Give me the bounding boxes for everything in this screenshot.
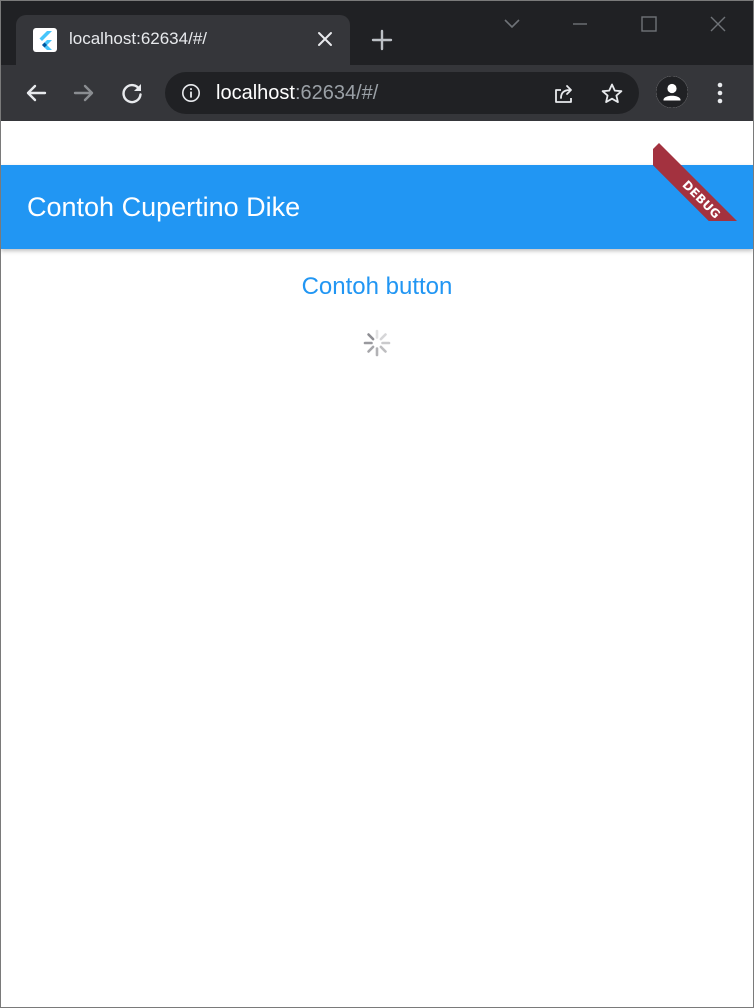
- app-bar-title: Contoh Cupertino Dike: [27, 192, 301, 222]
- app-bar: Contoh Cupertino Dike: [1, 165, 753, 249]
- contoh-button-wrapper: Contoh button: [1, 273, 753, 301]
- menu-icon[interactable]: [706, 78, 734, 108]
- profile-icon[interactable]: [656, 76, 688, 108]
- share-icon[interactable]: [551, 81, 577, 107]
- forward-icon[interactable]: [70, 79, 98, 107]
- tab-search-icon[interactable]: [499, 11, 525, 37]
- spinner-tick: [379, 345, 387, 353]
- minimize-icon[interactable]: [566, 11, 594, 37]
- address-path: :62634/#/: [294, 82, 379, 104]
- cupertino-spinner-icon: [361, 327, 393, 359]
- flutter-icon: [33, 28, 57, 52]
- browser-toolbar: localhost:62634/#/: [1, 65, 753, 121]
- debug-banner-label: DEBUG: [653, 143, 753, 221]
- tab-strip: localhost:62634/#/: [1, 1, 753, 65]
- address-host: localhost: [216, 82, 295, 104]
- maximize-icon[interactable]: [635, 11, 663, 37]
- reload-icon[interactable]: [118, 79, 146, 107]
- new-tab-icon[interactable]: [367, 25, 397, 55]
- star-icon[interactable]: [599, 81, 625, 107]
- tab-title: localhost:62634/#/: [69, 29, 207, 48]
- window-close-icon[interactable]: [704, 11, 732, 37]
- back-icon[interactable]: [22, 79, 50, 107]
- address-url: localhost:62634/#/: [216, 82, 378, 105]
- contoh-button[interactable]: Contoh button: [298, 273, 457, 301]
- web-page: Contoh Cupertino Dike Contoh button DEBU…: [1, 121, 753, 1007]
- address-bar[interactable]: localhost:62634/#/: [165, 72, 639, 114]
- debug-banner: DEBUG: [653, 121, 753, 221]
- browser-tab[interactable]: localhost:62634/#/: [16, 15, 350, 65]
- spinner-tick: [367, 345, 375, 353]
- close-icon[interactable]: [314, 28, 336, 50]
- spinner-tick: [379, 333, 387, 341]
- spinner-tick: [367, 333, 375, 341]
- browser-window: localhost:62634/#/ localhost:62634/#/ Co…: [0, 0, 754, 1008]
- info-icon[interactable]: [181, 83, 201, 103]
